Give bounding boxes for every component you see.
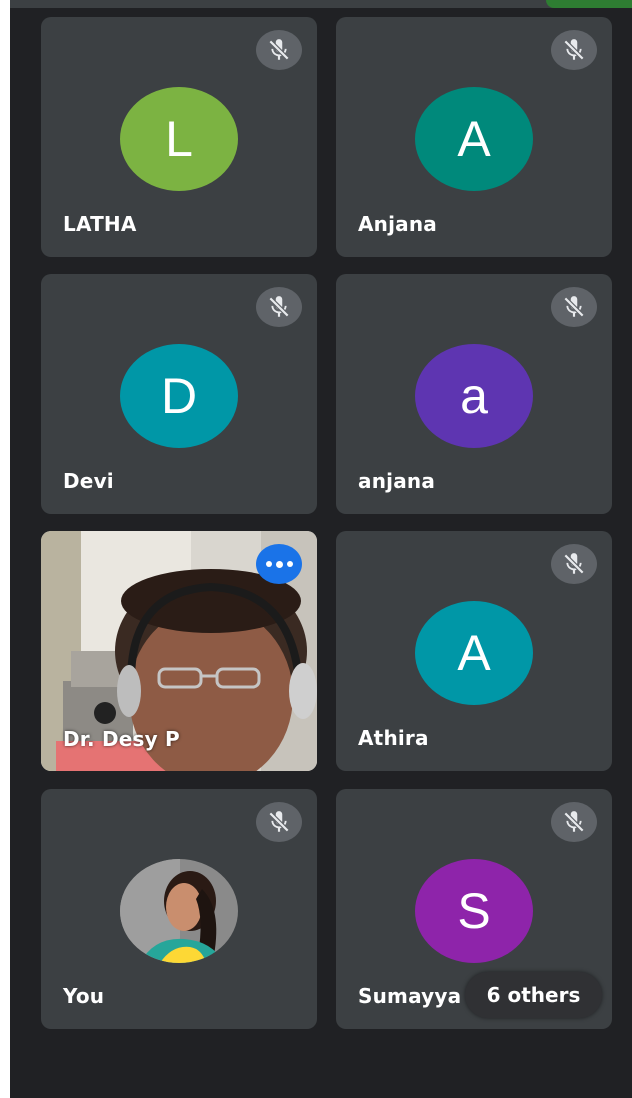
mic-off-icon: [256, 30, 302, 70]
mic-off-icon: [256, 802, 302, 842]
dot: [286, 561, 293, 567]
avatar: a: [415, 344, 533, 448]
avatar: D: [120, 344, 238, 448]
mic-off-icon: [551, 287, 597, 327]
participant-name: Dr. Desy P: [63, 727, 180, 751]
mic-off-icon: [551, 802, 597, 842]
dot: [275, 560, 283, 568]
avatar: L: [120, 87, 238, 191]
more-options-icon[interactable]: [256, 544, 302, 584]
participant-name: Athira: [358, 726, 429, 750]
participant-tile-devi[interactable]: D Devi: [41, 274, 317, 514]
participant-name: LATHA: [63, 212, 137, 236]
dot: [265, 561, 272, 567]
status-strip-accent: [546, 0, 632, 8]
avatar: A: [415, 87, 533, 191]
others-count-chip[interactable]: 6 others: [465, 972, 602, 1018]
participant-name: Devi: [63, 469, 114, 493]
participant-name: anjana: [358, 469, 436, 493]
participant-name: Anjana: [358, 212, 438, 236]
participant-tile-dr-desy-p[interactable]: Dr. Desy P: [41, 531, 317, 771]
participant-tile-anjana-2[interactable]: a anjana: [336, 274, 612, 514]
participant-tile-latha[interactable]: L LATHA: [41, 17, 317, 257]
participant-name: You: [63, 984, 105, 1008]
avatar: S: [415, 859, 533, 963]
status-strip: [10, 0, 632, 8]
participant-tile-you[interactable]: You: [41, 789, 317, 1029]
participant-tile-athira[interactable]: A Athira: [336, 531, 612, 771]
participant-tile-anjana[interactable]: A Anjana: [336, 17, 612, 257]
profile-photo: [120, 859, 238, 963]
avatar: A: [415, 601, 533, 705]
mic-off-icon: [551, 544, 597, 584]
mic-off-icon: [551, 30, 597, 70]
mic-off-icon: [256, 287, 302, 327]
participant-name: Sumayya: [358, 984, 462, 1008]
screen: L LATHA A Anjana D Devi a anjana Dr. Des…: [0, 0, 632, 1098]
